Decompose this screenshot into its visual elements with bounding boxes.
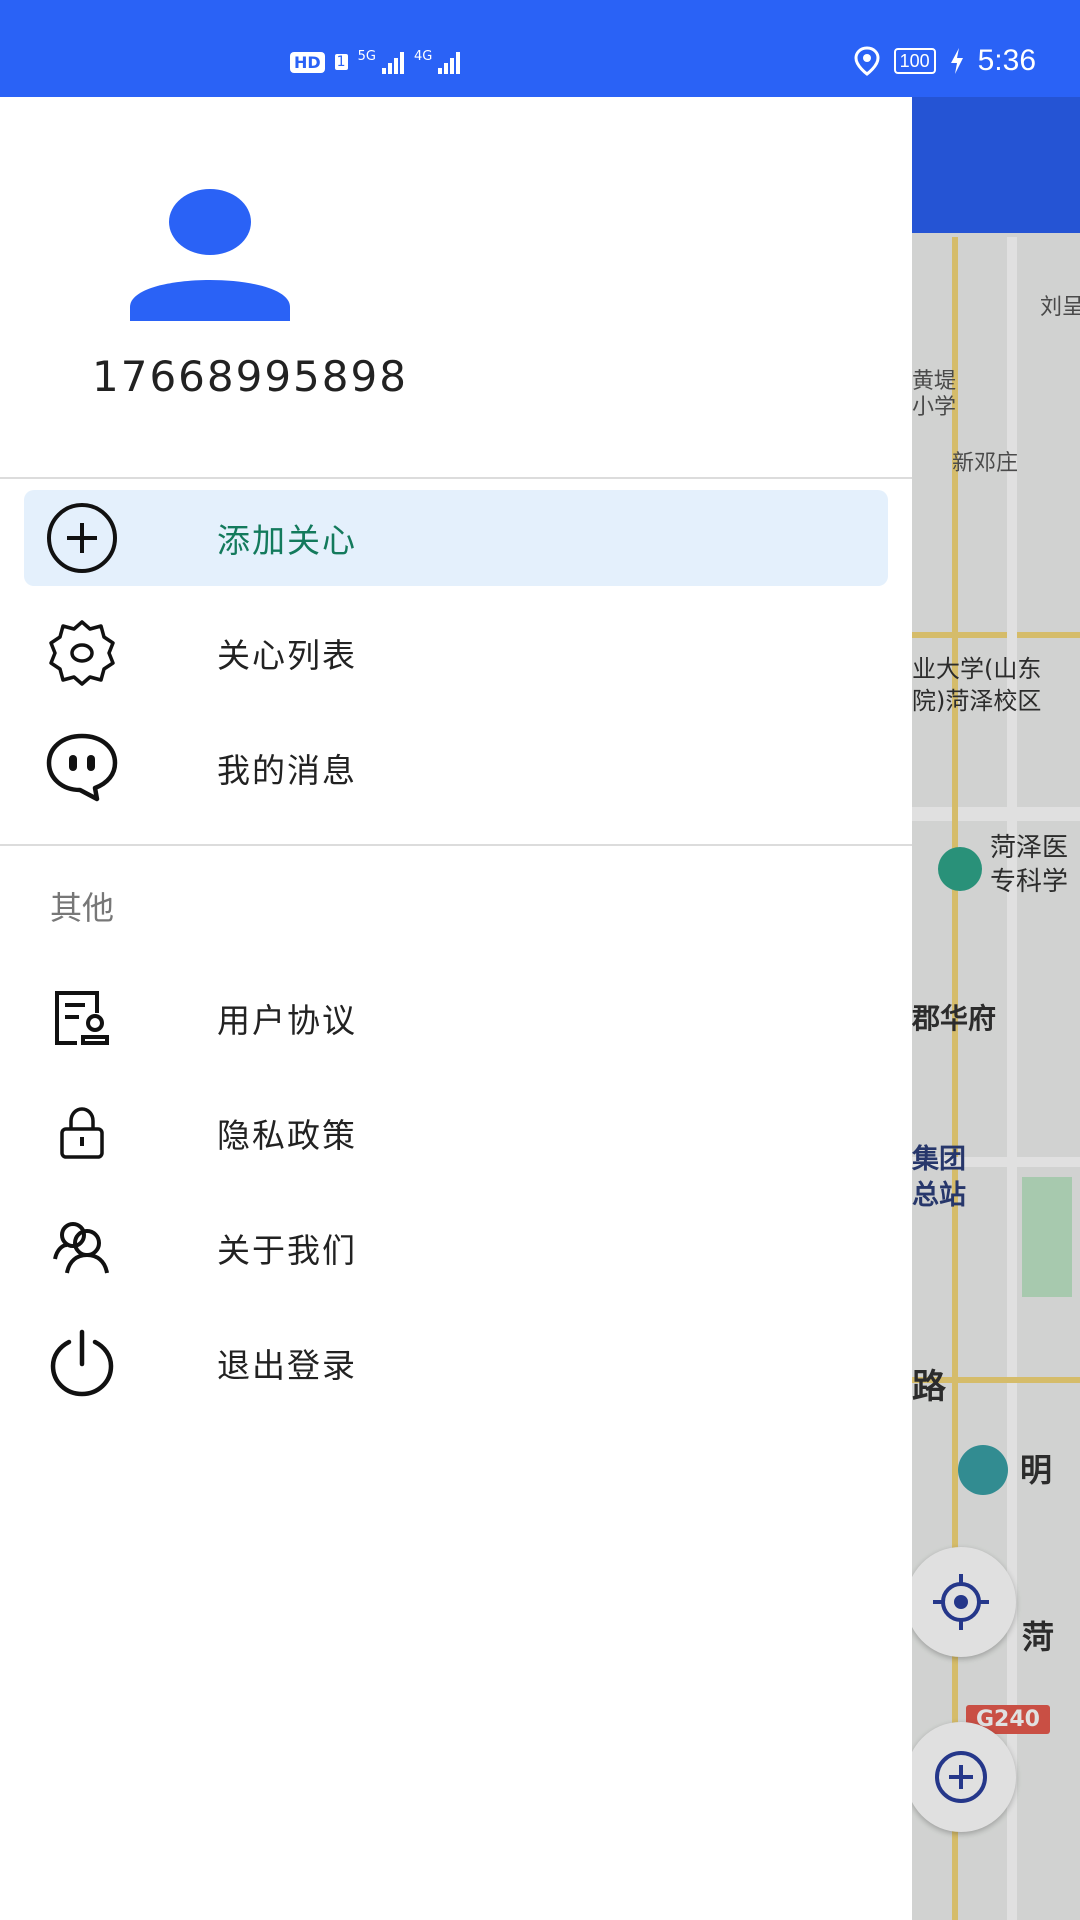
menu-item-label: 退出登录 [217, 1346, 357, 1385]
power-icon [42, 1323, 122, 1403]
lock-icon [42, 1093, 122, 1173]
menu-item-user-agreement[interactable]: 用户协议 [24, 970, 888, 1066]
status-bar: HD 1 5G 4G 100 5:36 [0, 0, 1080, 97]
section-title-other: 其他 [50, 889, 115, 927]
user-phone-number: 17668995898 [92, 352, 408, 401]
charging-icon [950, 48, 963, 74]
menu-item-privacy-policy[interactable]: 隐私政策 [24, 1085, 888, 1181]
menu-item-label: 关心列表 [217, 636, 357, 675]
menu-item-logout[interactable]: 退出登录 [24, 1315, 888, 1411]
sim-indicator: 1 [334, 54, 348, 70]
add-circle-icon [42, 498, 122, 578]
people-icon [42, 1208, 122, 1288]
clock: 5:36 [977, 44, 1036, 77]
menu-item-label: 隐私政策 [217, 1116, 357, 1155]
network-5g-label: 5G [357, 49, 376, 64]
menu-item-label: 我的消息 [217, 751, 357, 790]
signal-icon [381, 50, 404, 74]
menu-item-my-messages[interactable]: 我的消息 [24, 720, 888, 816]
menu-item-label: 添加关心 [217, 521, 357, 560]
menu-item-care-list[interactable]: 关心列表 [24, 605, 888, 701]
menu-item-about-us[interactable]: 关于我们 [24, 1200, 888, 1296]
divider [0, 844, 912, 846]
menu-item-label: 关于我们 [217, 1231, 357, 1270]
avatar [130, 189, 290, 321]
signal-icon [438, 50, 461, 74]
network-4g-label: 4G [413, 49, 433, 64]
chat-bubble-icon [42, 728, 122, 808]
status-right: 100 5:36 [854, 44, 1036, 78]
menu-item-label: 用户协议 [217, 1001, 357, 1040]
menu-item-add-care[interactable]: 添加关心 [24, 490, 888, 586]
divider [0, 477, 912, 479]
status-left: HD 1 5G 4G [290, 49, 461, 74]
navigation-drawer: 17668995898 添加关心 关心列表 我的消息 其他 用户协议 隐私政策 [0, 97, 912, 1920]
agreement-document-icon [42, 978, 122, 1058]
gear-icon [42, 613, 122, 693]
location-icon [854, 46, 880, 76]
drawer-scrim[interactable] [912, 97, 1080, 1920]
hd-indicator: HD [290, 51, 325, 73]
battery-icon: 100 [893, 48, 936, 74]
